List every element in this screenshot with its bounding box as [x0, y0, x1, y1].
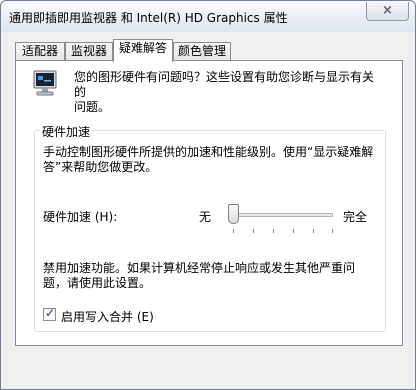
write-combining-checkbox[interactable] — [43, 306, 56, 321]
tab-color-management[interactable]: 颜色管理 — [173, 42, 231, 61]
acceleration-label: 硬件加速 (H): — [43, 210, 118, 224]
monitor-icon — [33, 70, 57, 101]
group-legend: 硬件加速 — [40, 123, 93, 140]
tab-adapter[interactable]: 适配器 — [15, 42, 65, 61]
slider-min-label: 无 — [199, 210, 212, 224]
level-description: 禁用加速功能。如果计算机经常停止响应或发生其他严重问 题，请使用此设置。 — [43, 261, 356, 290]
close-button[interactable]: × — [366, 2, 409, 21]
acceleration-slider-track[interactable] — [231, 213, 333, 217]
tab-monitor[interactable]: 监视器 — [65, 42, 113, 61]
slider-max-label: 完全 — [343, 210, 368, 224]
tab-panel: 您的图形硬件有问题吗？这些设置有助您诊断与显示有关的 问题。 硬件加速 手动控制… — [15, 60, 403, 346]
acceleration-slider-thumb[interactable] — [228, 204, 239, 224]
close-icon: × — [382, 3, 393, 18]
properties-window: 通用即插即用监视器 和 Intel(R) HD Graphics 属性 × 适配… — [0, 0, 416, 390]
slider-ticks — [233, 229, 333, 233]
hardware-acceleration-group: 硬件加速 手动控制图形硬件所提供的加速和性能级别。使用“显示疑难解 答”来帮助您… — [34, 123, 386, 332]
group-description: 手动控制图形硬件所提供的加速和性能级别。使用“显示疑难解 答”来帮助您做更改。 — [43, 145, 374, 174]
title-bar[interactable]: 通用即插即用监视器 和 Intel(R) HD Graphics 属性 × — [1, 1, 415, 32]
intro-text: 您的图形硬件有问题吗？这些设置有助您诊断与显示有关的 问题。 — [74, 70, 375, 114]
window-title: 通用即插即用监视器 和 Intel(R) HD Graphics 属性 — [9, 11, 288, 25]
tab-troubleshoot[interactable]: 疑难解答 — [113, 39, 173, 62]
write-combining-label[interactable]: 启用写入合并 (E) — [61, 308, 154, 325]
